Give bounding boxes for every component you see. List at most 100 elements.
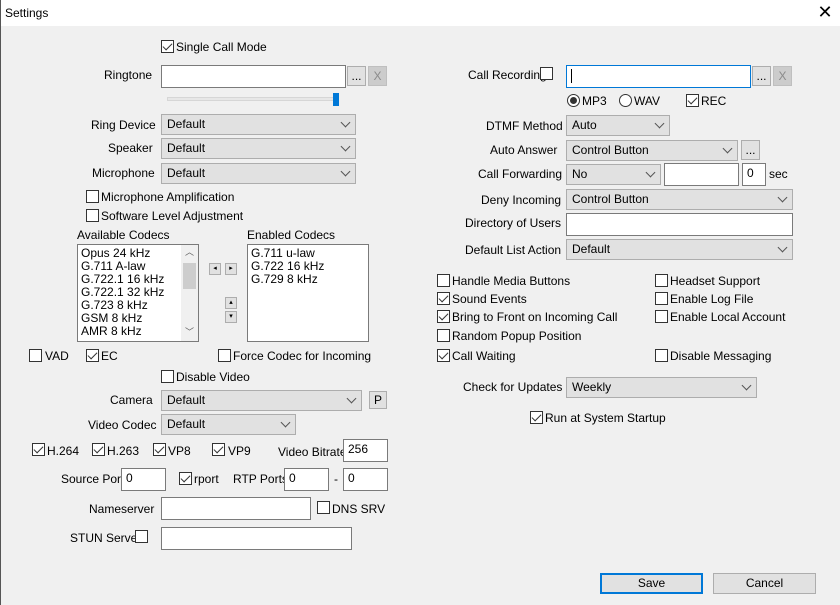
ring-device-label: Ring Device (91, 118, 156, 132)
random-popup-checkbox[interactable] (437, 329, 450, 342)
cancel-button[interactable]: Cancel (713, 573, 816, 594)
force-codec-checkbox[interactable] (218, 349, 231, 362)
run-at-startup-checkbox[interactable] (530, 411, 543, 424)
available-codecs-label: Available Codecs (77, 228, 170, 242)
video-bitrate-input[interactable]: 256 (343, 439, 388, 462)
wav-label: WAV (634, 94, 660, 108)
software-level-label: Software Level Adjustment (101, 209, 244, 223)
move-up-button[interactable]: ▴ (225, 297, 237, 309)
disable-messaging-checkbox[interactable] (655, 349, 668, 362)
vp8-checkbox[interactable] (153, 443, 166, 456)
mp3-radio[interactable] (567, 94, 580, 107)
headset-support-checkbox[interactable] (655, 274, 668, 287)
mic-amplification-checkbox[interactable] (86, 190, 99, 203)
deny-incoming-select[interactable]: Control Button (566, 189, 793, 210)
rport-checkbox[interactable] (179, 472, 192, 485)
scroll-up-icon[interactable]: ︿ (181, 245, 198, 261)
ringtone-clear-button[interactable]: X (368, 66, 387, 86)
ec-checkbox[interactable] (86, 349, 99, 362)
ring-device-select[interactable]: Default (161, 114, 356, 135)
camera-select[interactable]: Default (161, 390, 362, 411)
sound-events-checkbox[interactable] (437, 292, 450, 305)
stun-server-input[interactable] (161, 527, 352, 550)
close-icon[interactable]: ✕ (815, 2, 835, 23)
video-codec-label: Video Codec (88, 418, 157, 432)
directory-of-users-label: Directory of Users (465, 216, 562, 230)
available-codecs-list[interactable]: Opus 24 kHz G.711 A-law G.722.1 16 kHz G.72… (77, 244, 199, 342)
enabled-codecs-list[interactable]: G.711 u-law G.722 16 kHz G.729 8 kHz (247, 244, 369, 342)
ringtone-browse-button[interactable]: ... (347, 66, 366, 86)
h264-checkbox[interactable] (32, 443, 45, 456)
ringtone-input[interactable] (161, 65, 346, 88)
nameserver-input[interactable] (161, 497, 311, 520)
enable-log-file-checkbox[interactable] (655, 292, 668, 305)
codec-list-item[interactable]: AMR 8 kHz (78, 325, 198, 338)
wav-radio[interactable] (619, 94, 632, 107)
stun-server-checkbox[interactable] (135, 530, 148, 543)
call-forwarding-number-input[interactable] (664, 163, 739, 186)
directory-of-users-input[interactable] (566, 213, 793, 236)
codec-list-item[interactable]: G.729 8 kHz (248, 273, 368, 286)
auto-answer-options-button[interactable]: ... (741, 140, 760, 160)
enable-local-account-checkbox[interactable] (655, 310, 668, 323)
microphone-select[interactable]: Default (161, 163, 356, 184)
call-recording-input[interactable] (566, 65, 751, 88)
bring-to-front-label: Bring to Front on Incoming Call (452, 310, 618, 324)
software-level-checkbox[interactable] (86, 209, 99, 222)
call-waiting-label: Call Waiting (452, 349, 516, 363)
rec-checkbox[interactable] (686, 94, 699, 107)
h263-checkbox[interactable] (92, 443, 105, 456)
auto-answer-label: Auto Answer (490, 143, 558, 157)
default-list-action-select[interactable]: Default (566, 239, 793, 260)
disable-video-checkbox[interactable] (161, 370, 174, 383)
auto-answer-select[interactable]: Control Button (566, 140, 738, 161)
available-codecs-scrollbar[interactable]: ︿ ﹀ (181, 245, 198, 341)
save-button[interactable]: Save (600, 573, 703, 594)
bring-to-front-checkbox[interactable] (437, 310, 450, 323)
call-forwarding-select[interactable]: No (566, 164, 661, 185)
microphone-value: Default (167, 166, 206, 180)
rtp-port-to-input[interactable]: 0 (343, 468, 388, 491)
rtp-ports-separator: - (334, 472, 338, 486)
call-forwarding-delay-input[interactable]: 0 (742, 163, 766, 186)
source-port-input[interactable]: 0 (121, 468, 166, 491)
call-waiting-checkbox[interactable] (437, 349, 450, 362)
headset-support-label: Headset Support (670, 274, 761, 288)
move-right-button[interactable]: ▸ (225, 263, 237, 275)
check-for-updates-label: Check for Updates (463, 380, 563, 394)
call-recording-browse-button[interactable]: ... (752, 66, 771, 86)
scroll-down-icon[interactable]: ﹀ (181, 325, 198, 341)
stun-server-label: STUN Server (70, 531, 142, 545)
move-left-button[interactable]: ◂ (209, 263, 221, 275)
ring-device-value: Default (167, 117, 206, 131)
default-list-action-value: Default (572, 242, 611, 256)
single-call-mode-checkbox[interactable] (161, 40, 174, 53)
move-down-button[interactable]: ▾ (225, 311, 237, 323)
single-call-mode-label: Single Call Mode (176, 40, 267, 54)
scroll-thumb[interactable] (183, 263, 196, 289)
vp9-checkbox[interactable] (212, 443, 225, 456)
dns-srv-checkbox[interactable] (317, 501, 330, 514)
chevron-down-icon (340, 141, 351, 152)
call-recording-checkbox[interactable] (540, 67, 553, 80)
h264-label: H.264 (47, 444, 80, 458)
chevron-down-icon (722, 143, 733, 154)
dtmf-method-select[interactable]: Auto (566, 115, 670, 136)
speaker-value: Default (167, 141, 206, 155)
rtp-port-from-input[interactable]: 0 (284, 468, 329, 491)
handle-media-buttons-checkbox[interactable] (437, 274, 450, 287)
video-codec-select[interactable]: Default (161, 414, 296, 435)
mp3-label: MP3 (582, 94, 607, 108)
vad-checkbox[interactable] (29, 349, 42, 362)
camera-preview-button[interactable]: P (369, 391, 387, 409)
ringtone-volume-thumb[interactable] (333, 93, 339, 106)
handle-media-buttons-label: Handle Media Buttons (452, 274, 571, 288)
call-recording-clear-button[interactable]: X (773, 66, 792, 86)
rec-label: REC (701, 94, 727, 108)
call-forwarding-label: Call Forwarding (478, 167, 563, 181)
chevron-down-icon (280, 417, 291, 428)
speaker-select[interactable]: Default (161, 138, 356, 159)
check-for-updates-select[interactable]: Weekly (566, 377, 757, 398)
source-port-label: Source Port (61, 472, 125, 486)
ringtone-volume-track[interactable] (167, 97, 339, 101)
